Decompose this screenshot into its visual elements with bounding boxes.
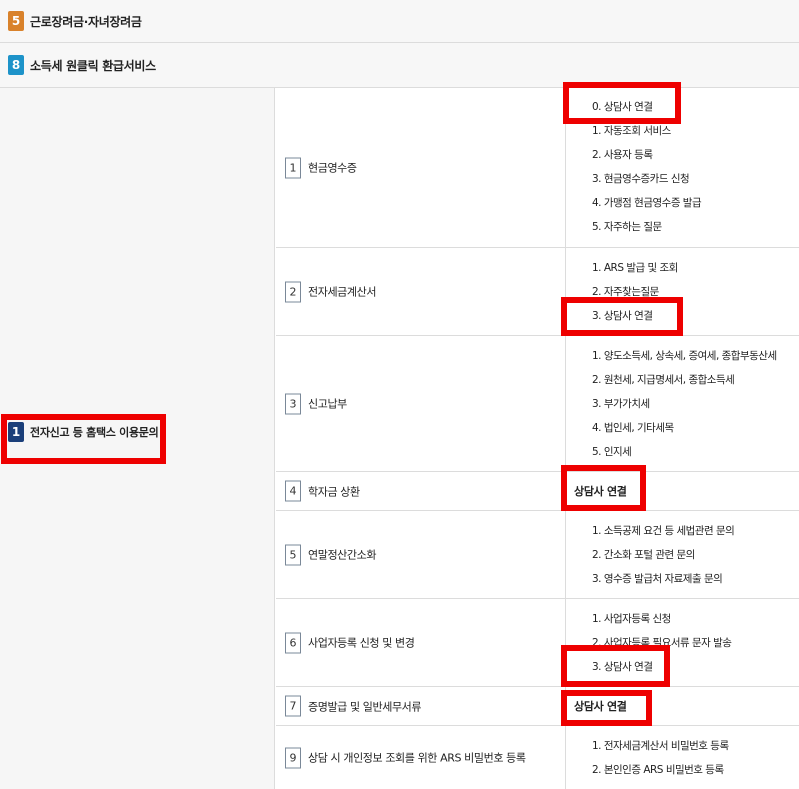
category-row-3: 3 신고납부 1. 양도소득세, 상속세, 증여세, 종합부동산세 2. 원천세…	[276, 336, 799, 472]
menu-row-8[interactable]: 8 소득세 원클릭 환급서비스	[0, 43, 799, 88]
category-row-7: 7 증명발급 및 일반세무서류 상담사 연결	[276, 687, 799, 726]
sub-item[interactable]: 2. 자주찾는질문	[592, 284, 659, 299]
category-number: 6	[285, 632, 301, 653]
category-row-4: 4 학자금 상환 상담사 연결	[276, 465, 799, 511]
sub-item[interactable]: 1. ARS 발급 및 조회	[592, 260, 678, 275]
sub-item[interactable]: 5. 인지세	[592, 444, 632, 459]
category-label: 전자세금계산서	[308, 285, 377, 299]
category-label: 사업자등록 신청 및 변경	[308, 636, 415, 650]
category-item[interactable]: 6 사업자등록 신청 및 변경	[285, 632, 415, 653]
category-label: 연말정산간소화	[308, 548, 377, 562]
category-item[interactable]: 4 학자금 상환	[285, 480, 360, 502]
sub-item[interactable]: 2. 간소화 포털 관련 문의	[592, 547, 695, 562]
sub-menu-column: 0. 상담사 연결 1. 자동조회 서비스 2. 사용자 등록 3. 현금영수증…	[563, 82, 799, 247]
sub-item[interactable]: 1. 전자세금계산서 비밀번호 등록	[592, 738, 729, 753]
menu-row-5[interactable]: 5 근로장려금·자녀장려금	[0, 0, 799, 43]
sub-item[interactable]: 1. 양도소득세, 상속세, 증여세, 종합부동산세	[592, 348, 777, 363]
sub-item[interactable]: 2. 사업자등록 필요서류 문자 발송	[592, 635, 732, 650]
category-label: 상담 시 개인정보 조회를 위한 ARS 비밀번호 등록	[308, 751, 526, 765]
category-label: 신고납부	[308, 397, 347, 411]
sub-item[interactable]: 상담사 연결	[574, 698, 627, 714]
sub-item[interactable]: 2. 원천세, 지급명세서, 종합소득세	[592, 372, 735, 387]
category-row-5: 5 연말정산간소화 1. 소득공제 요건 등 세법관련 문의 2. 간소화 포털…	[276, 511, 799, 599]
sub-menu-column: 1. 전자세금계산서 비밀번호 등록 2. 본인인증 ARS 비밀번호 등록	[565, 726, 799, 789]
category-label: 현금영수증	[308, 161, 357, 175]
sub-item[interactable]: 4. 가맹점 현금영수증 발급	[592, 195, 702, 210]
category-label: 증명발급 및 일반세무서류	[308, 700, 422, 713]
menu-label: 근로장려금·자녀장려금	[30, 14, 142, 29]
sub-item[interactable]: 1. 사업자등록 신청	[592, 611, 671, 626]
sub-menu-column: 상담사 연결	[561, 465, 799, 511]
sub-item[interactable]: 3. 부가가치세	[592, 396, 650, 411]
category-row-1: 1 현금영수증 0. 상담사 연결 1. 자동조회 서비스 2. 사용자 등록 …	[276, 82, 799, 248]
sub-item[interactable]: 3. 상담사 연결	[592, 308, 653, 323]
category-number: 5	[285, 544, 301, 565]
category-item[interactable]: 3 신고납부	[285, 393, 347, 414]
category-row-2: 2 전자세금계산서 1. ARS 발급 및 조회 2. 자주찾는질문 3. 상담…	[276, 248, 799, 336]
main-menu-label: 전자신고 등 홈택스 이용문의	[30, 426, 159, 439]
sub-menu-column: 상담사 연결	[561, 687, 799, 726]
sub-item[interactable]: 1. 소득공제 요건 등 세법관련 문의	[592, 523, 735, 538]
category-label: 학자금 상환	[308, 485, 360, 498]
category-list: 1 현금영수증 0. 상담사 연결 1. 자동조회 서비스 2. 사용자 등록 …	[276, 82, 799, 789]
sub-item[interactable]: 3. 현금영수증카드 신청	[592, 171, 690, 186]
category-number: 2	[285, 281, 301, 302]
sub-item[interactable]: 4. 법인세, 기타세목	[592, 420, 674, 435]
category-number: 7	[285, 695, 301, 717]
menu-number-badge: 1	[8, 422, 24, 442]
sub-item[interactable]: 5. 자주하는 질문	[592, 219, 662, 234]
main-menu-column: 1 전자신고 등 홈택스 이용문의	[0, 88, 275, 789]
sub-item[interactable]: 3. 영수증 발급처 자료제출 문의	[592, 571, 723, 586]
menu-label: 소득세 원클릭 환급서비스	[30, 58, 156, 73]
sub-item[interactable]: 상담사 연결	[574, 483, 627, 499]
category-row-9: 9 상담 시 개인정보 조회를 위한 ARS 비밀번호 등록 1. 전자세금계산…	[276, 726, 799, 789]
sub-menu-column: 1. ARS 발급 및 조회 2. 자주찾는질문 3. 상담사 연결	[561, 248, 799, 336]
category-number: 3	[285, 393, 301, 414]
sub-menu-column: 1. 사업자등록 신청 2. 사업자등록 필요서류 문자 발송 3. 상담사 연…	[561, 599, 799, 687]
menu-number-badge: 5	[8, 11, 24, 31]
sub-menu-column: 1. 양도소득세, 상속세, 증여세, 종합부동산세 2. 원천세, 지급명세서…	[565, 336, 799, 471]
sub-item[interactable]: 3. 상담사 연결	[592, 659, 653, 674]
category-number: 9	[285, 747, 301, 768]
sub-item[interactable]: 2. 사용자 등록	[592, 147, 653, 162]
sub-item[interactable]: 0. 상담사 연결	[592, 99, 653, 114]
category-row-6: 6 사업자등록 신청 및 변경 1. 사업자등록 신청 2. 사업자등록 필요서…	[276, 599, 799, 687]
sub-item[interactable]: 1. 자동조회 서비스	[592, 123, 671, 138]
hometax-menu-tree: 1 전자신고 등 홈택스 이용문의 1 현금영수증 0. 상담사 연결 1. 자…	[0, 82, 799, 789]
main-menu-item-1[interactable]: 1 전자신고 등 홈택스 이용문의	[8, 422, 159, 442]
category-number: 4	[285, 480, 301, 502]
category-number: 1	[285, 157, 301, 178]
category-item[interactable]: 5 연말정산간소화	[285, 544, 376, 565]
category-item[interactable]: 2 전자세금계산서	[285, 281, 376, 302]
category-item[interactable]: 9 상담 시 개인정보 조회를 위한 ARS 비밀번호 등록	[285, 747, 526, 768]
category-item[interactable]: 1 현금영수증	[285, 157, 357, 178]
category-item[interactable]: 7 증명발급 및 일반세무서류	[285, 695, 422, 717]
sub-item[interactable]: 2. 본인인증 ARS 비밀번호 등록	[592, 762, 724, 777]
sub-menu-column: 1. 소득공제 요건 등 세법관련 문의 2. 간소화 포털 관련 문의 3. …	[565, 511, 799, 598]
menu-number-badge: 8	[8, 55, 24, 75]
